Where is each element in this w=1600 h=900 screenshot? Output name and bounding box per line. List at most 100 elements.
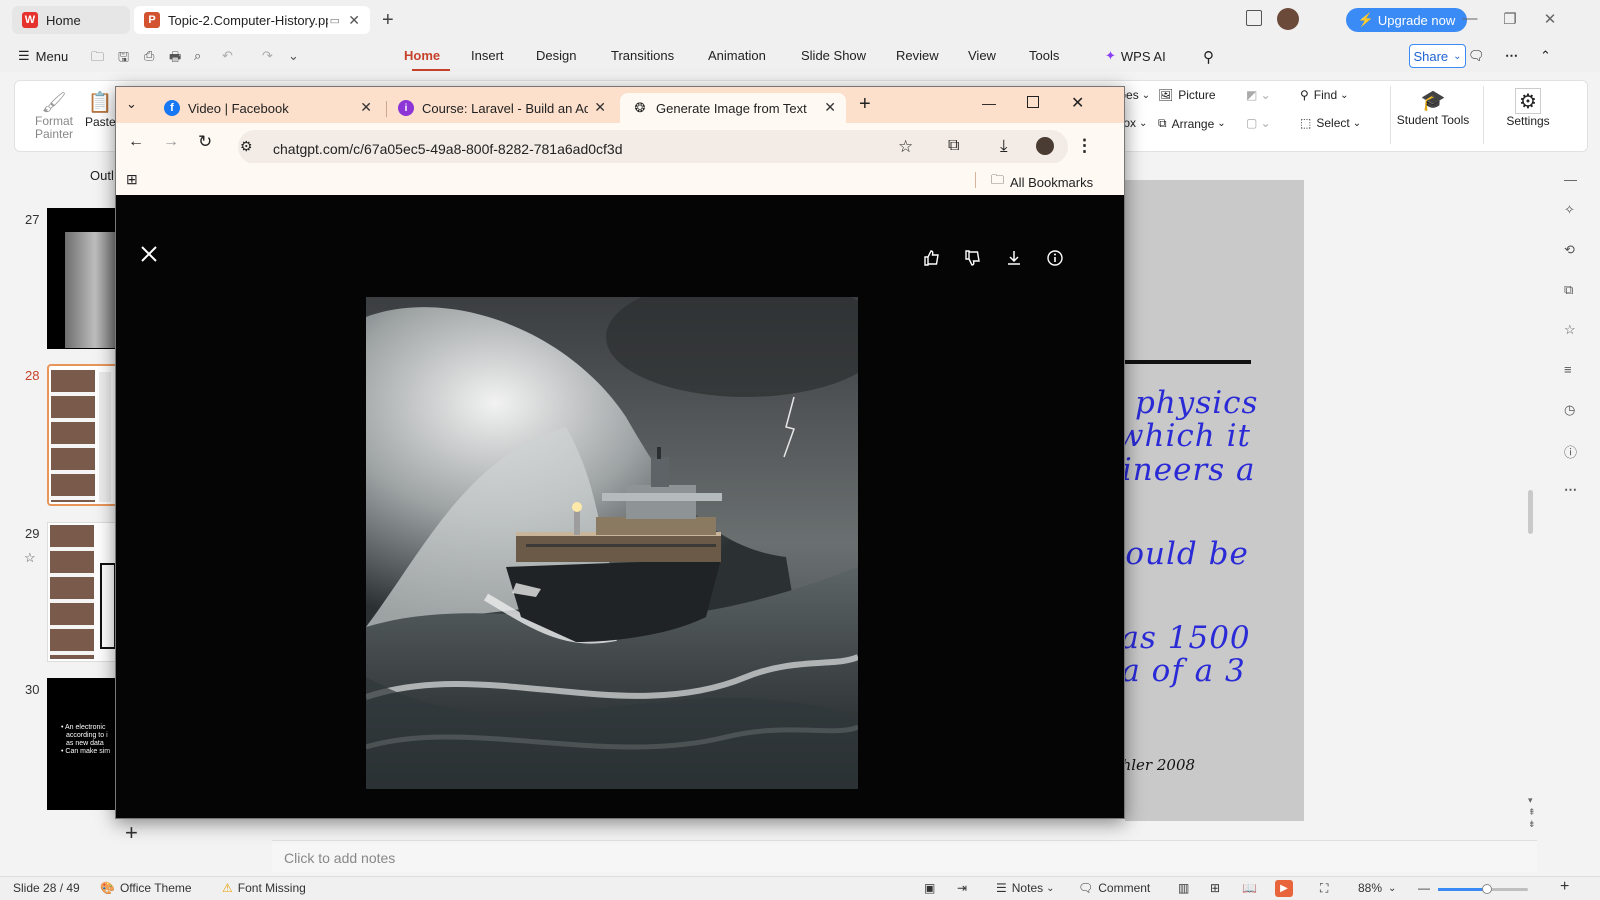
close-tab-icon[interactable]: ✕ xyxy=(824,99,836,116)
zoom-level[interactable]: 88% ⌄ xyxy=(1358,881,1396,895)
outline-tab[interactable]: Outl xyxy=(90,168,114,183)
search-icon[interactable]: ⚲ xyxy=(1203,48,1214,66)
notes-toggle[interactable]: ☰ Notes ⌄ xyxy=(996,881,1055,895)
star-icon[interactable]: ☆ xyxy=(1564,322,1584,342)
comment-panel-icon[interactable]: 🗨 xyxy=(1468,48,1485,64)
site-info-icon[interactable]: ⚙ xyxy=(240,138,253,155)
arrange-button[interactable]: ⧉ Arrange ⌄ xyxy=(1158,116,1226,131)
close-viewer-icon[interactable] xyxy=(140,245,158,263)
wps-tab-document[interactable]: P Topic-2.Computer-History.ppt ▭ ✕ xyxy=(134,6,370,34)
history-icon[interactable]: ◷ xyxy=(1564,402,1584,422)
new-tab-plus-icon[interactable]: + xyxy=(859,93,871,116)
more-icon[interactable]: ⋯ xyxy=(1564,482,1584,502)
close-window-icon[interactable]: ✕ xyxy=(1071,93,1084,113)
reload-icon[interactable]: ↻ xyxy=(198,132,212,152)
fill-icon[interactable]: ◩ ⌄ xyxy=(1246,88,1271,102)
new-tab-plus-icon[interactable]: + xyxy=(382,9,394,32)
tab-slide-show[interactable]: Slide Show xyxy=(801,48,866,63)
play-icon[interactable]: ▶ xyxy=(1275,880,1293,897)
tab-tools[interactable]: Tools xyxy=(1029,48,1059,63)
undo-icon[interactable]: ↶ xyxy=(222,48,233,64)
close-tab-icon[interactable]: ✕ xyxy=(594,99,606,116)
minimize-icon[interactable]: — xyxy=(982,95,996,111)
download-image-icon[interactable] xyxy=(1005,249,1025,269)
maximize-icon[interactable] xyxy=(1027,96,1039,108)
open-folder-icon[interactable]: 🗀 xyxy=(91,48,104,70)
generated-image[interactable] xyxy=(366,297,858,789)
upgrade-now-button[interactable]: ⚡ Upgrade now xyxy=(1346,8,1467,32)
zoom-out-icon[interactable]: — xyxy=(1418,881,1430,895)
picture-button[interactable]: 🖼 Picture xyxy=(1158,88,1216,102)
animation-icon[interactable]: ⟲ xyxy=(1564,242,1584,262)
format-painter-button[interactable]: 🖌 Format Painter xyxy=(35,90,73,141)
zoom-slider-handle[interactable] xyxy=(1482,884,1492,894)
chevron-down-icon[interactable]: ⌄ xyxy=(288,48,299,64)
copy-icon[interactable]: ⧉ xyxy=(1564,282,1584,302)
apps-grid-icon[interactable]: ⊞ xyxy=(126,171,138,188)
close-window-icon[interactable]: ✕ xyxy=(1540,10,1560,30)
theme-button[interactable]: 🎨 Office Theme xyxy=(100,881,192,895)
minimize-icon[interactable]: — xyxy=(1460,10,1480,30)
thumbs-down-icon[interactable] xyxy=(964,249,984,269)
wps-ai-button[interactable]: ✦ WPS AI xyxy=(1105,48,1166,64)
tab-search-chevron-icon[interactable]: ⌄ xyxy=(126,96,137,112)
chrome-tab-generate-image[interactable]: ❂ Generate Image from Text ✕ xyxy=(620,93,846,123)
fit-icon[interactable]: ▣ xyxy=(924,881,935,895)
more-options-icon[interactable]: ⋯ xyxy=(1505,48,1518,64)
chrome-tab-course[interactable]: i Course: Laravel - Build an Advan ✕ xyxy=(386,93,616,123)
export-icon[interactable]: ⎙ xyxy=(144,48,154,64)
paste-button[interactable]: 📋 Paste xyxy=(85,90,116,129)
print-icon[interactable]: 🖶 xyxy=(169,48,181,70)
chrome-menu-icon[interactable]: ⋮ xyxy=(1076,136,1093,156)
slide-canvas[interactable]: physics which it gineers a could be l. v… xyxy=(1097,180,1304,821)
font-missing-button[interactable]: ⚠ Font Missing xyxy=(222,881,306,895)
sliders-icon[interactable]: ≡ xyxy=(1564,362,1584,382)
extensions-icon[interactable]: ⧉ xyxy=(948,137,959,155)
scroll-arrows-icon[interactable]: ▾ ⇞ ⇟ xyxy=(1528,794,1536,830)
print-preview-icon[interactable]: ⌕ xyxy=(194,48,201,64)
select-button[interactable]: ⬚ Select ⌄ xyxy=(1300,116,1361,130)
normal-view-icon[interactable]: ▥ xyxy=(1178,881,1189,895)
fit-window-icon[interactable]: ⛶ xyxy=(1320,881,1328,896)
url-text[interactable]: chatgpt.com/c/67a05ec5-49a8-800f-8282-78… xyxy=(273,141,622,157)
bookmark-star-icon[interactable]: ☆ xyxy=(898,137,913,157)
editor-scrollbar[interactable] xyxy=(1528,490,1533,534)
menu-button[interactable]: ☰ Menu xyxy=(18,48,68,64)
back-icon[interactable]: ← xyxy=(128,133,144,151)
info-icon[interactable] xyxy=(1046,249,1066,269)
chrome-tab-facebook[interactable]: f Video | Facebook ✕ xyxy=(152,93,382,123)
zoom-in-icon[interactable]: + xyxy=(1560,878,1569,896)
tab-home[interactable]: Home xyxy=(404,48,440,63)
tab-transitions[interactable]: Transitions xyxy=(611,48,674,63)
all-bookmarks-button[interactable]: 🗀 All Bookmarks xyxy=(991,171,1093,193)
redo-icon[interactable]: ↷ xyxy=(262,48,273,64)
wps-tab-home[interactable]: W Home xyxy=(12,6,130,34)
forward-icon[interactable]: → xyxy=(163,133,179,151)
outline-icon[interactable]: ▢ ⌄ xyxy=(1246,116,1271,130)
close-tab-icon[interactable]: ✕ xyxy=(360,99,372,116)
tab-animation[interactable]: Animation xyxy=(708,48,766,63)
window-switch-icon[interactable] xyxy=(1246,10,1262,26)
tab-view[interactable]: View xyxy=(968,48,996,63)
magic-wand-icon[interactable]: ✧ xyxy=(1564,202,1584,222)
comment-toggle[interactable]: 🗨 Comment xyxy=(1078,881,1150,895)
tab-design[interactable]: Design xyxy=(536,48,576,63)
profile-avatar[interactable] xyxy=(1036,137,1054,155)
notes-bar[interactable] xyxy=(272,840,1537,872)
download-icon[interactable]: ⤓ xyxy=(1000,136,1008,156)
exit-icon[interactable]: ⇥ xyxy=(957,881,967,895)
save-icon[interactable]: 🖫 xyxy=(118,48,129,70)
star-icon[interactable]: ☆ xyxy=(24,550,36,566)
close-tab-icon[interactable]: ✕ xyxy=(348,12,360,29)
collapse-ribbon-icon[interactable]: ⌃ xyxy=(1540,48,1551,64)
add-slide-plus-icon[interactable]: + xyxy=(125,820,138,846)
find-button[interactable]: ⚲ Find ⌄ xyxy=(1300,88,1349,102)
restore-icon[interactable]: ❐ xyxy=(1500,10,1520,30)
share-button[interactable]: Share ⌄ xyxy=(1409,44,1466,68)
notes-placeholder[interactable]: Click to add notes xyxy=(284,850,395,866)
student-tools-button[interactable]: 🎓 Student Tools xyxy=(1393,88,1473,127)
settings-button[interactable]: ⚙ Settings xyxy=(1498,88,1558,128)
tab-insert[interactable]: Insert xyxy=(471,48,504,63)
zoom-slider[interactable] xyxy=(1438,884,1528,894)
grid-view-icon[interactable]: ⊞ xyxy=(1210,881,1220,895)
